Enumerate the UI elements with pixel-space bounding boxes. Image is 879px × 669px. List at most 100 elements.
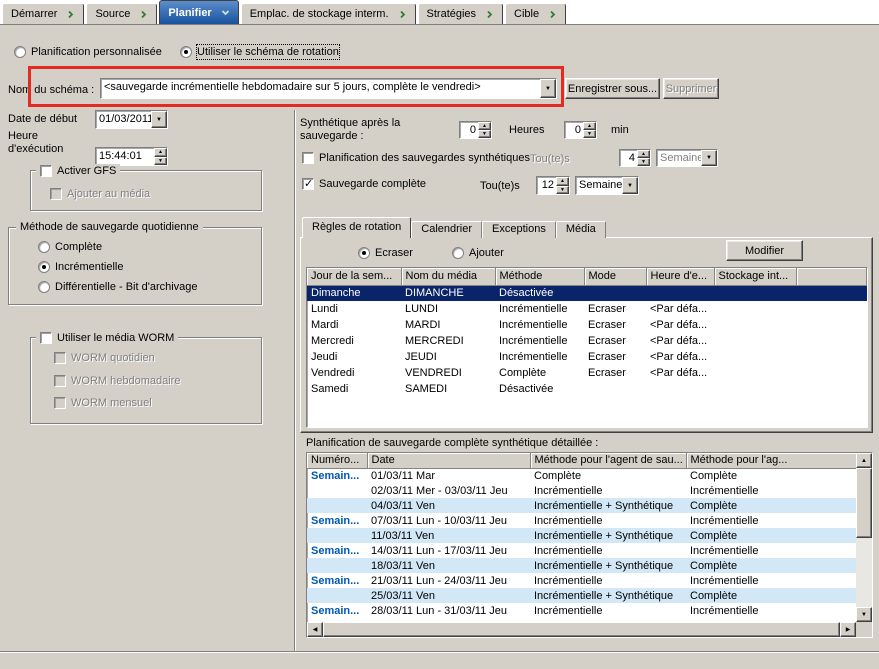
spin-down-icon[interactable]: ▼ bbox=[637, 158, 650, 166]
spin-up-icon[interactable]: ▲ bbox=[154, 148, 167, 157]
worm-enable-checkbox[interactable]: Utiliser le média WORM bbox=[36, 331, 178, 345]
column-header[interactable]: Mode bbox=[584, 268, 646, 285]
tab-source[interactable]: Source bbox=[86, 3, 157, 24]
tab-stockage-interm[interactable]: Emplac. de stockage interm. bbox=[241, 3, 416, 24]
start-date-combobox[interactable]: 01/03/2011 ▼ bbox=[95, 110, 168, 129]
table-cell: 21/03/11 Lun - 24/03/11 Jeu bbox=[367, 573, 530, 588]
wizard-tab-bar: Démarrer Source Planifier Emplac. de sto… bbox=[0, 0, 879, 25]
column-header[interactable]: Numéro... bbox=[307, 453, 367, 468]
tab-calendar[interactable]: Calendrier bbox=[411, 221, 482, 238]
column-header[interactable]: Nom du média bbox=[401, 268, 495, 285]
table-cell: Complète bbox=[686, 528, 872, 543]
table-cell: Incrémentielle bbox=[530, 483, 686, 498]
scroll-left-icon[interactable]: ◀ bbox=[307, 622, 323, 637]
table-row[interactable]: 11/03/11 VenIncrémentielle + Synthétique… bbox=[307, 528, 872, 543]
dropdown-arrow-icon[interactable]: ▼ bbox=[151, 111, 167, 128]
table-row[interactable]: MercrediMERCREDIIncrémentielleEcraser<Pa… bbox=[307, 333, 867, 349]
spin-up-icon[interactable]: ▲ bbox=[583, 122, 596, 130]
spin-down-icon[interactable]: ▼ bbox=[583, 130, 596, 138]
tab-strategies[interactable]: Stratégies bbox=[418, 3, 504, 24]
scroll-right-icon[interactable]: ▶ bbox=[840, 622, 856, 637]
spin-up-icon[interactable]: ▲ bbox=[556, 177, 569, 186]
dropdown-arrow-icon[interactable]: ▼ bbox=[701, 150, 717, 166]
table-row[interactable]: 04/03/11 VenIncrémentielle + Synthétique… bbox=[307, 498, 872, 513]
tab-rotation-rules[interactable]: Règles de rotation bbox=[302, 217, 411, 238]
table-row[interactable]: 18/03/11 VenIncrémentielle + Synthétique… bbox=[307, 558, 872, 573]
combo-value: Semaine(s) bbox=[657, 150, 701, 166]
table-cell: Incrémentielle + Synthétique bbox=[530, 588, 686, 603]
column-header[interactable]: Stockage int... bbox=[714, 268, 796, 285]
spin-down-icon[interactable]: ▼ bbox=[556, 186, 569, 195]
radio-complete[interactable]: Complète bbox=[38, 240, 102, 254]
full-unit-combobox[interactable]: Semaine(s) ▼ bbox=[575, 176, 639, 195]
spin-down-icon[interactable]: ▼ bbox=[478, 130, 491, 138]
table-cell: Désactivée bbox=[495, 285, 584, 301]
schema-name-combobox[interactable]: <sauvegarde incrémentielle hebdomadaire … bbox=[100, 78, 557, 99]
column-header[interactable]: Jour de la sem... bbox=[307, 268, 401, 285]
scrollbar-thumb[interactable] bbox=[856, 468, 872, 538]
horizontal-scrollbar[interactable]: ◀ ▶ bbox=[307, 622, 856, 637]
table-row[interactable]: SamediSAMEDIDésactivée bbox=[307, 381, 867, 397]
spin-up-icon[interactable]: ▲ bbox=[637, 150, 650, 158]
dropdown-arrow-icon[interactable]: ▼ bbox=[540, 79, 556, 98]
table-row[interactable]: Semain...14/03/11 Lun - 17/03/11 JeuIncr… bbox=[307, 543, 872, 558]
table-row[interactable]: LundiLUNDIIncrémentielleEcraser<Par défa… bbox=[307, 301, 867, 317]
synthetic-hours-spinner[interactable]: 0 ▲ ▼ bbox=[459, 121, 492, 139]
table-cell: Ecraser bbox=[584, 333, 646, 349]
synthetic-plan-checkbox[interactable]: Planification des sauvegardes synthétiqu… bbox=[302, 151, 530, 165]
spin-up-icon[interactable]: ▲ bbox=[478, 122, 491, 130]
gfs-enable-checkbox[interactable]: Activer GFS bbox=[36, 164, 120, 178]
tab-planifier[interactable]: Planifier bbox=[159, 0, 238, 24]
table-row[interactable]: Semain...01/03/11 MarComplèteComplète bbox=[307, 468, 872, 483]
tab-demarrer[interactable]: Démarrer bbox=[2, 3, 84, 24]
table-row[interactable]: DimancheDIMANCHEDésactivée bbox=[307, 285, 867, 301]
table-row[interactable]: JeudiJEUDIIncrémentielleEcraser<Par défa… bbox=[307, 349, 867, 365]
worm-weekly-checkbox[interactable]: WORM hebdomadaire bbox=[54, 374, 180, 388]
worm-monthly-checkbox[interactable]: WORM mensuel bbox=[54, 396, 152, 410]
radio-incremental[interactable]: Incrémentielle bbox=[38, 260, 123, 274]
table-cell: Mardi bbox=[307, 317, 401, 333]
radio-label: Différentielle - Bit d'archivage bbox=[55, 280, 198, 294]
table-row[interactable]: Semain...28/03/11 Lun - 31/03/11 JeuIncr… bbox=[307, 603, 872, 618]
column-header[interactable]: Méthode pour l'agent de sau... bbox=[530, 453, 686, 468]
radio-differential[interactable]: Différentielle - Bit d'archivage bbox=[38, 280, 198, 294]
table-row[interactable]: VendrediVENDREDIComplèteEcraser<Par défa… bbox=[307, 365, 867, 381]
table-row[interactable]: MardiMARDIIncrémentielleEcraser<Par défa… bbox=[307, 317, 867, 333]
tab-exceptions[interactable]: Exceptions bbox=[482, 221, 556, 238]
spin-down-icon[interactable]: ▼ bbox=[154, 157, 167, 166]
full-backup-checkbox[interactable]: Sauvegarde complète bbox=[302, 177, 426, 191]
worm-daily-checkbox[interactable]: WORM quotidien bbox=[54, 351, 155, 365]
delete-button[interactable]: Supprimer bbox=[663, 78, 719, 99]
table-row[interactable]: Semain...21/03/11 Lun - 24/03/11 JeuIncr… bbox=[307, 573, 872, 588]
scroll-down-icon[interactable]: ▼ bbox=[856, 607, 872, 622]
modify-button[interactable]: Modifier bbox=[726, 240, 803, 261]
full-weeks-spinner[interactable]: 12 ▲ ▼ bbox=[536, 176, 570, 195]
column-header[interactable]: Méthode bbox=[495, 268, 584, 285]
radio-overwrite[interactable]: Ecraser bbox=[358, 246, 413, 260]
column-header[interactable]: Heure d'e... bbox=[646, 268, 714, 285]
tab-cible[interactable]: Cible bbox=[505, 3, 566, 24]
radio-rotation-schema[interactable]: Utiliser le schéma de rotation bbox=[180, 45, 339, 59]
table-cell bbox=[714, 301, 796, 317]
scroll-up-icon[interactable]: ▲ bbox=[856, 453, 872, 468]
table-cell: SAMEDI bbox=[401, 381, 495, 397]
plan-weeks-spinner[interactable]: 4 ▲ ▼ bbox=[619, 149, 651, 167]
dropdown-arrow-icon[interactable]: ▼ bbox=[622, 177, 638, 194]
save-as-button[interactable]: Enregistrer sous... bbox=[565, 78, 660, 99]
table-row[interactable]: Semain...07/03/11 Lun - 10/03/11 JeuIncr… bbox=[307, 513, 872, 528]
table-row[interactable]: 25/03/11 VenIncrémentielle + Synthétique… bbox=[307, 588, 872, 603]
table-cell: Incrémentielle bbox=[686, 513, 872, 528]
table-row[interactable]: 02/03/11 Mer - 03/03/11 JeuIncrémentiell… bbox=[307, 483, 872, 498]
vertical-scrollbar[interactable]: ▲ ▼ bbox=[856, 453, 872, 622]
gfs-append-checkbox[interactable]: Ajouter au média bbox=[50, 187, 150, 201]
tab-media[interactable]: Média bbox=[556, 221, 606, 238]
scrollbar-thumb[interactable] bbox=[323, 622, 840, 637]
column-header[interactable]: Méthode pour l'ag... bbox=[686, 453, 872, 468]
column-header[interactable]: Date bbox=[367, 453, 530, 468]
radio-custom-plan[interactable]: Planification personnalisée bbox=[14, 45, 162, 59]
radio-append[interactable]: Ajouter bbox=[452, 246, 504, 260]
table-cell bbox=[307, 558, 367, 573]
table-cell bbox=[714, 317, 796, 333]
plan-unit-combobox[interactable]: Semaine(s) ▼ bbox=[656, 149, 718, 167]
synthetic-min-spinner[interactable]: 0 ▲ ▼ bbox=[564, 121, 597, 139]
